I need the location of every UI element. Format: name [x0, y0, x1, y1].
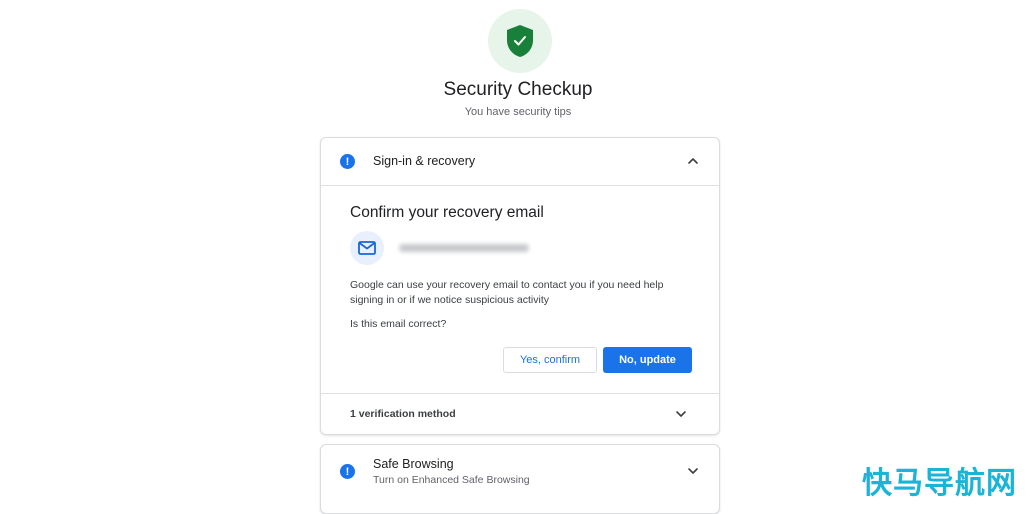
safe-browsing-title: Safe Browsing — [373, 457, 454, 471]
signin-recovery-label: Sign-in & recovery — [373, 154, 476, 168]
shield-check-icon — [507, 25, 533, 57]
no-update-button[interactable]: No, update — [603, 347, 692, 373]
confirm-recovery-email-title: Confirm your recovery email — [350, 204, 544, 221]
page-subtitle: You have security tips — [464, 106, 572, 118]
site-watermark: 快马导航网 — [862, 466, 1017, 501]
alert-icon: ! — [340, 464, 355, 479]
recovery-email-redacted — [399, 244, 529, 252]
safe-browsing-subtitle: Turn on Enhanced Safe Browsing — [373, 474, 530, 486]
signin-recovery-header[interactable]: ! Sign-in & recovery — [321, 138, 719, 186]
chevron-up-icon[interactable] — [685, 153, 701, 169]
signin-recovery-card: ! Sign-in & recovery Confirm your recove… — [320, 137, 720, 435]
verification-methods-label: 1 verification method — [350, 408, 456, 420]
yes-confirm-button[interactable]: Yes, confirm — [503, 347, 597, 373]
chevron-down-icon[interactable] — [685, 463, 701, 479]
alert-icon: ! — [340, 154, 355, 169]
security-hero-badge — [488, 9, 552, 73]
verification-methods-row[interactable]: 1 verification method — [321, 393, 719, 436]
recovery-email-avatar — [350, 231, 384, 265]
recovery-email-question: Is this email correct? — [350, 318, 447, 330]
chevron-down-icon[interactable] — [673, 406, 689, 422]
page-title: Security Checkup — [443, 79, 593, 100]
recovery-email-description: Google can use your recovery email to co… — [350, 279, 664, 306]
mail-icon — [358, 241, 376, 255]
safe-browsing-card[interactable]: ! Safe Browsing Turn on Enhanced Safe Br… — [320, 444, 720, 514]
